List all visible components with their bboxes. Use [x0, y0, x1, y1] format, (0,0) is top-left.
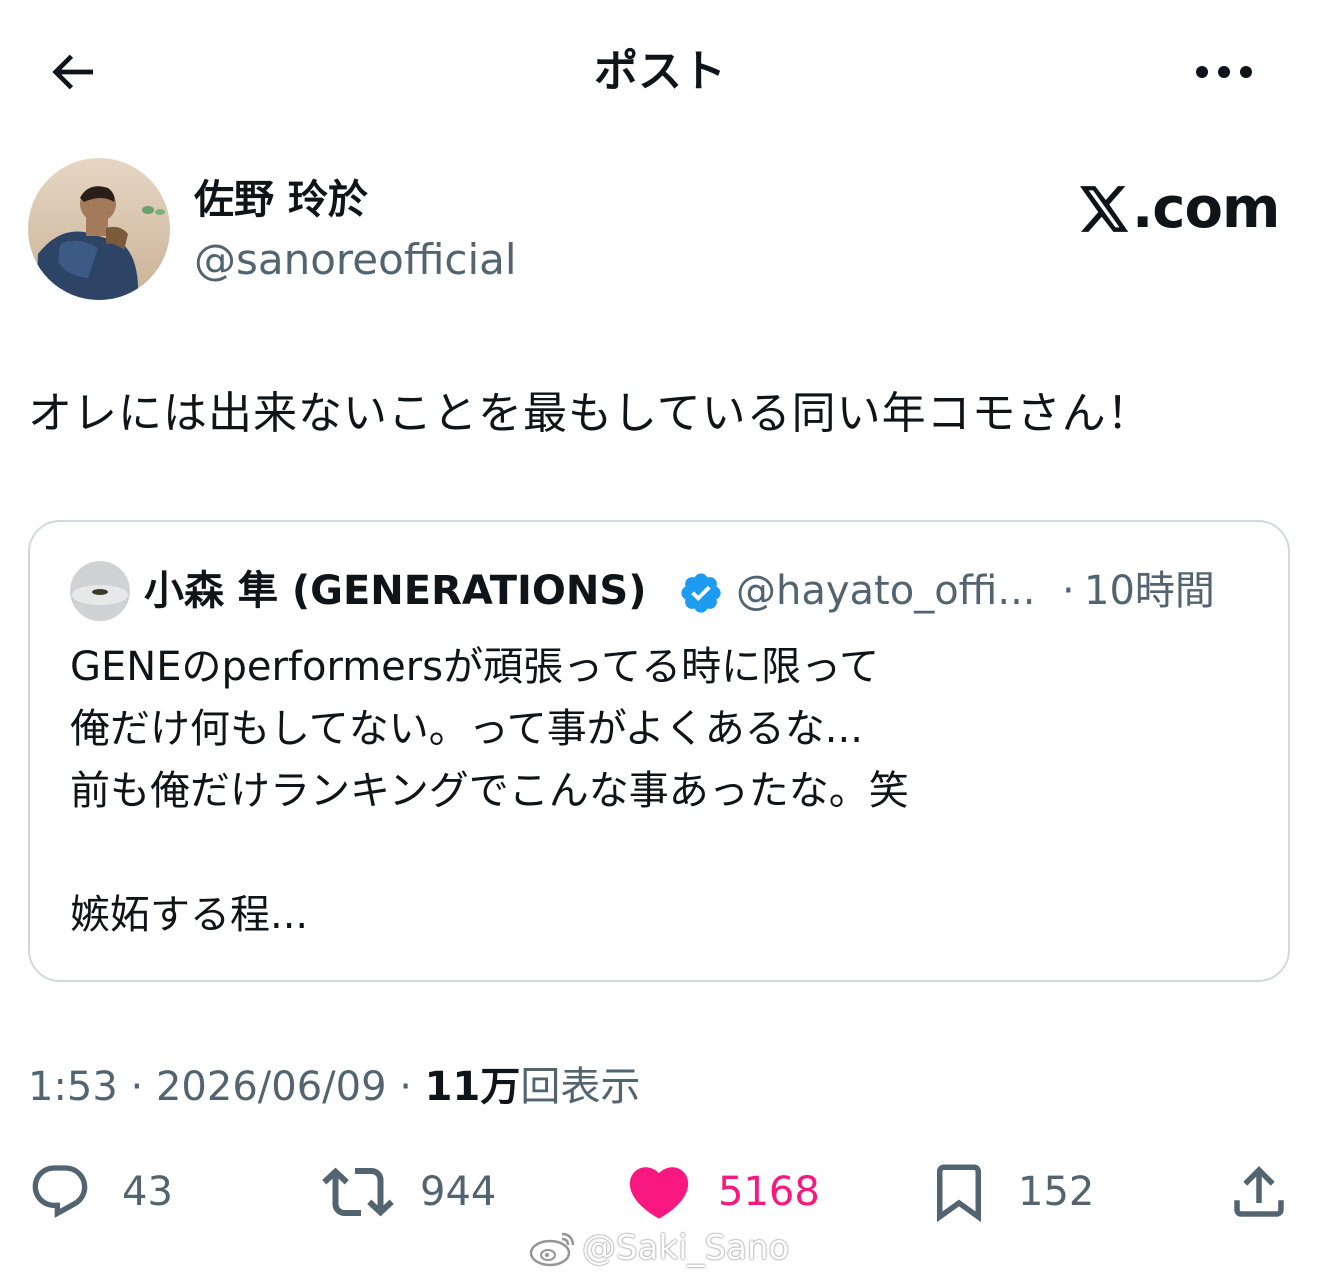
author-avatar[interactable]	[28, 158, 170, 300]
repost-button[interactable]: 944	[322, 1156, 496, 1228]
quoted-text-line: 前も俺だけランキングでこんな事あったな。笑	[70, 768, 909, 814]
quoted-author-name: 小森 隼 (GENERATIONS)	[144, 568, 647, 614]
repost-icon	[322, 1167, 394, 1217]
reply-icon	[32, 1165, 88, 1218]
quoted-text-line: 俺だけ何もしてない。って事がよくあるな...	[70, 706, 863, 752]
quoted-post-time: 10時間	[1084, 568, 1215, 614]
like-button[interactable]: 5168	[624, 1156, 820, 1228]
watermark-text: @Saki_Sano	[582, 1228, 790, 1268]
more-horizontal-icon	[1196, 66, 1252, 78]
bookmark-icon	[937, 1164, 981, 1223]
reply-count: 43	[122, 1169, 173, 1215]
watermark: @Saki_Sano	[528, 1224, 789, 1272]
post-text: オレには出来ないことを最もしている同い年コモさん！	[28, 388, 1152, 439]
share-button[interactable]	[1226, 1156, 1292, 1228]
repost-count: 944	[420, 1169, 497, 1215]
bookmark-count: 152	[1018, 1169, 1095, 1215]
verified-badge-icon	[678, 570, 724, 616]
x-com-suffix: .com	[1132, 176, 1280, 241]
quoted-avatar-photo	[70, 561, 130, 621]
post-meta: 1:53 · 2026/06/09 · 11万回表示	[28, 1056, 640, 1118]
author-handle[interactable]: @sanoreofficial	[194, 232, 517, 288]
quoted-text-line: GENEのperformersが頑張ってる時に限って	[70, 644, 880, 690]
avatar-photo	[28, 158, 170, 300]
quoted-author-avatar	[70, 561, 130, 621]
heart-filled-icon	[629, 1167, 689, 1219]
x-com-logo: .com	[1080, 174, 1280, 244]
quoted-author-handle: @hayato_offi...	[736, 568, 1036, 614]
quoted-separator: ·	[1062, 568, 1075, 614]
view-count: 11万	[424, 1064, 521, 1110]
more-options-button[interactable]	[1186, 44, 1262, 100]
page-title: ポスト	[594, 46, 726, 97]
post-timestamp: 1:53 · 2026/06/09 ·	[28, 1064, 425, 1110]
like-count: 5168	[718, 1169, 820, 1215]
quoted-text-line: 嫉妬する程...	[70, 892, 309, 938]
author-name[interactable]: 佐野 玲於	[194, 172, 368, 228]
bookmark-button[interactable]: 152	[926, 1156, 1094, 1228]
weibo-logo-icon	[529, 1232, 575, 1267]
view-label: 回表示	[520, 1064, 641, 1110]
reply-button[interactable]: 43	[28, 1156, 173, 1228]
x-logo-icon	[1080, 186, 1129, 232]
share-icon	[1234, 1166, 1284, 1217]
